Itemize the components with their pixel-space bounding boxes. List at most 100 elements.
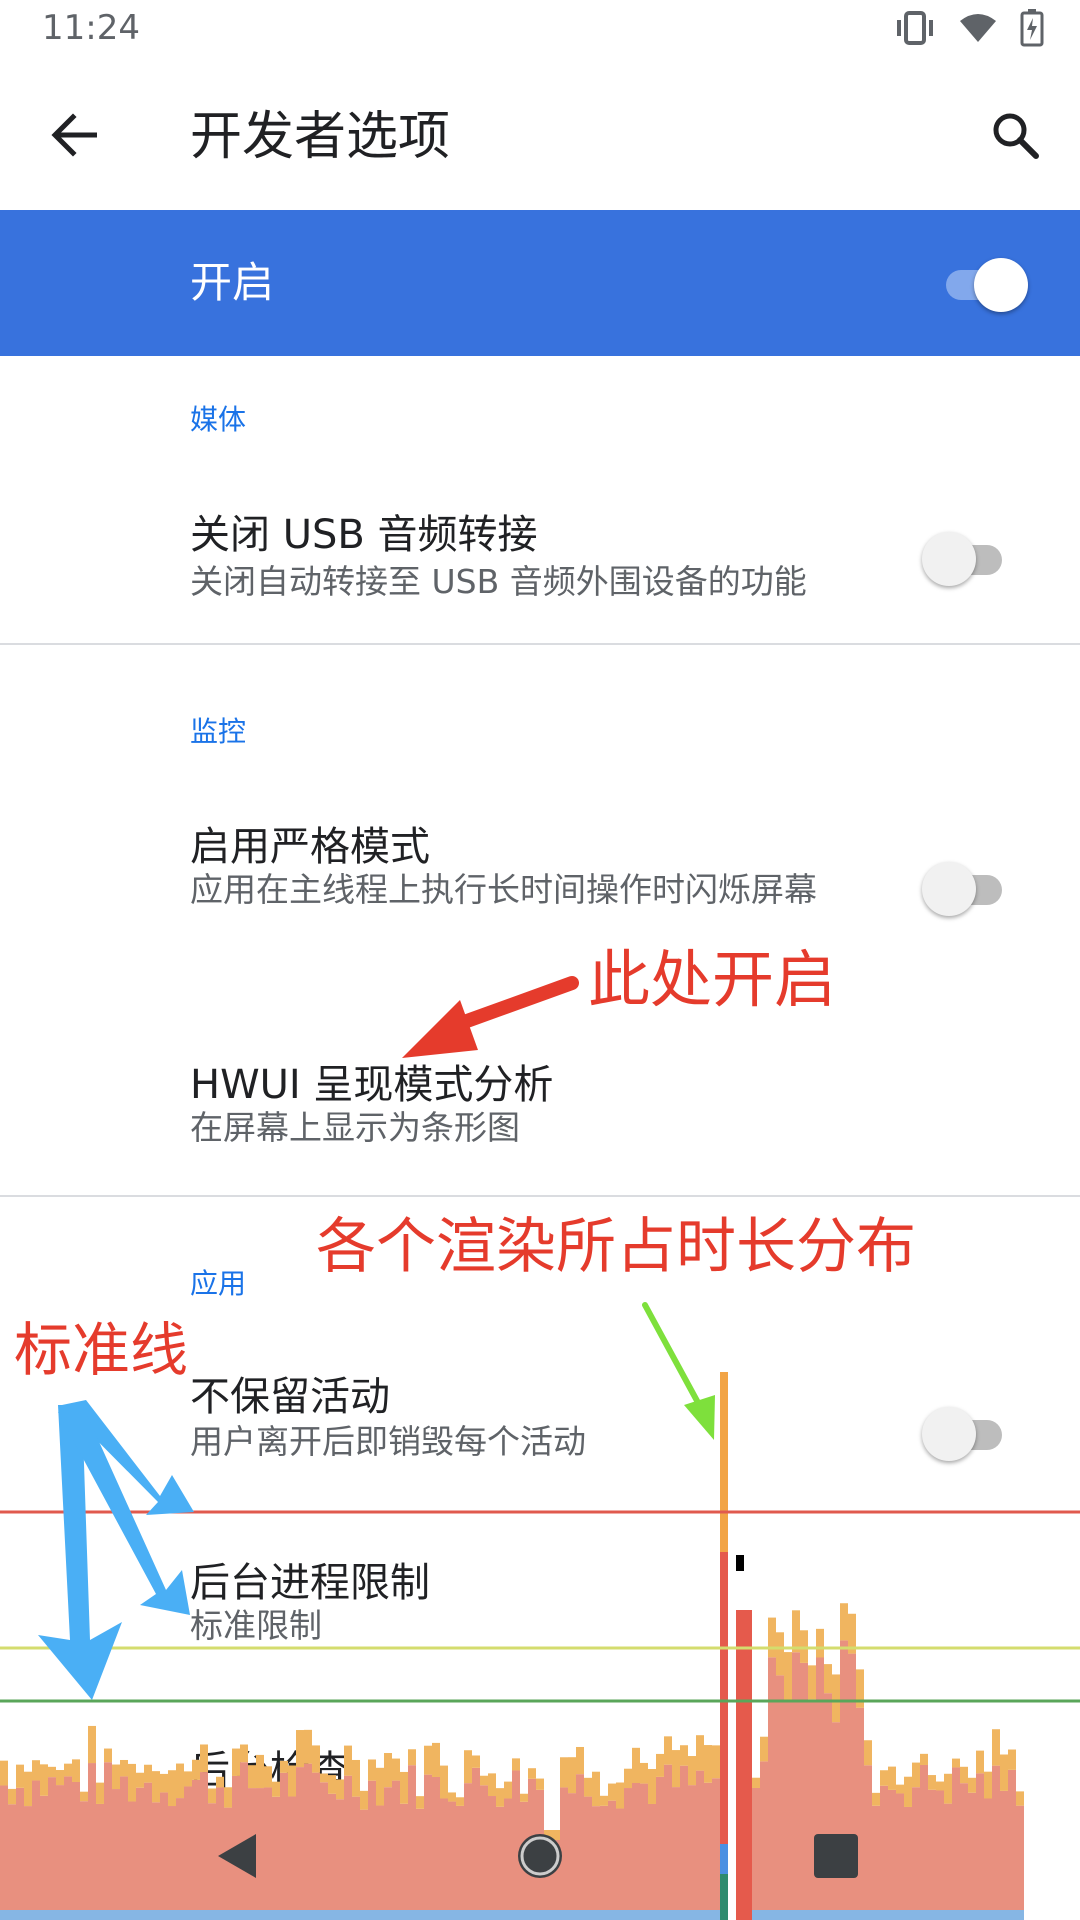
- profiling-bar-base: [792, 1910, 800, 1920]
- profiling-bar: [592, 1806, 600, 1920]
- divider: [0, 643, 1080, 645]
- profiling-bar-base: [480, 1910, 488, 1920]
- profiling-bar-base: [760, 1910, 768, 1920]
- pref-strict-mode[interactable]: 启用严格模式 应用在主线程上执行长时间操作时闪烁屏幕: [0, 800, 1080, 990]
- profiling-bar-base: [496, 1910, 504, 1920]
- profiling-bar-top: [856, 1669, 864, 1708]
- profiling-bar-base: [824, 1910, 832, 1920]
- profiling-bar-base: [80, 1910, 88, 1920]
- profiling-bar-base: [992, 1910, 1000, 1920]
- switch-thumb: [974, 258, 1028, 312]
- profiling-bar-base: [648, 1910, 656, 1920]
- profiling-bar-base: [352, 1910, 360, 1920]
- profiling-bar-base: [632, 1910, 640, 1920]
- profiling-bar-base: [920, 1910, 928, 1920]
- profiling-bar-base: [104, 1910, 112, 1920]
- pref-background-check[interactable]: 后台检查: [0, 1730, 1080, 1810]
- profiling-bar: [128, 1801, 136, 1920]
- profiling-bar-base: [616, 1910, 624, 1920]
- profiling-bar-base: [432, 1910, 440, 1920]
- back-button[interactable]: [38, 102, 108, 172]
- category-monitoring: 监控: [190, 715, 247, 748]
- master-switch-label: 开启: [190, 258, 275, 307]
- profiling-bar: [40, 1795, 48, 1920]
- page-title: 开发者选项: [190, 107, 451, 167]
- profiling-bar-base: [200, 1910, 208, 1920]
- profiling-bar-base: [48, 1910, 56, 1920]
- master-switch[interactable]: [946, 258, 1028, 312]
- profiling-bar-base: [176, 1910, 184, 1920]
- profiling-bar-base: [152, 1910, 160, 1920]
- pref-summary: 关闭自动转接至 USB 音频外围设备的功能: [190, 562, 807, 601]
- profiling-bar-base: [712, 1910, 720, 1920]
- profiling-bar-base: [832, 1910, 840, 1920]
- profiling-bar-base: [536, 1910, 544, 1920]
- profiling-bar-base: [40, 1910, 48, 1920]
- profiling-bar: [904, 1806, 912, 1920]
- profiling-bar: [416, 1808, 424, 1920]
- profiling-bar-base: [224, 1910, 232, 1920]
- profiling-bar-base: [640, 1910, 648, 1920]
- wifi-icon: [958, 12, 998, 48]
- profiling-bar-base: [360, 1910, 368, 1920]
- search-icon: [990, 110, 1040, 164]
- profiling-bar-base: [440, 1910, 448, 1920]
- developer-options-master-bar[interactable]: 开启: [0, 210, 1080, 356]
- profiling-bar-base: [272, 1910, 280, 1920]
- profiling-bar-base: [184, 1910, 192, 1920]
- profiling-bar-base: [816, 1910, 824, 1920]
- nav-back-button[interactable]: [214, 1832, 260, 1884]
- profiling-bar: [488, 1796, 496, 1920]
- profiling-bar-base: [368, 1910, 376, 1920]
- profiling-bar: [896, 1793, 904, 1920]
- profiling-bar-base: [840, 1910, 848, 1920]
- profiling-bar-base: [776, 1910, 784, 1920]
- annotation-render-distribution: 各个渲染所占时长分布: [316, 1212, 916, 1282]
- pref-hwui-profile-rendering[interactable]: HWUI 呈现模式分析 在屏幕上显示为条形图: [0, 1040, 1080, 1160]
- profiling-spike-blue: [720, 1844, 728, 1874]
- profiling-bar-base: [24, 1910, 32, 1920]
- profiling-bar-base: [312, 1910, 320, 1920]
- profiling-bar-base: [336, 1910, 344, 1920]
- profiling-bar-base: [592, 1910, 600, 1920]
- profiling-bar: [944, 1803, 952, 1920]
- profiling-bar-base: [912, 1910, 920, 1920]
- profiling-bar-base: [624, 1910, 632, 1920]
- profiling-bar-top: [808, 1665, 816, 1700]
- profiling-bar-base: [752, 1910, 760, 1920]
- profiling-bar-base: [8, 1910, 16, 1920]
- profiling-bar: [440, 1798, 448, 1920]
- profiling-bar-base: [848, 1910, 856, 1920]
- profiling-bar-base: [608, 1910, 616, 1920]
- profiling-bar: [984, 1798, 992, 1920]
- profiling-bar-base: [232, 1910, 240, 1920]
- profiling-spike-green: [720, 1874, 728, 1920]
- profiling-bar-base: [1016, 1910, 1024, 1920]
- profiling-bar: [328, 1793, 336, 1920]
- profiling-bar-base: [344, 1910, 352, 1920]
- dont-keep-activities-switch[interactable]: [922, 1405, 1008, 1463]
- pref-disable-usb-audio-routing[interactable]: 关闭 USB 音频转接 关闭自动转接至 USB 音频外围设备的功能: [0, 480, 1080, 630]
- profiling-bar-base: [400, 1910, 408, 1920]
- profiling-bar-base: [704, 1910, 712, 1920]
- profiling-bar-base: [904, 1910, 912, 1920]
- profiling-bar-base: [560, 1910, 568, 1920]
- search-button[interactable]: [980, 102, 1050, 172]
- profiling-bar-base: [72, 1910, 80, 1920]
- profiling-bar: [616, 1808, 624, 1920]
- nav-home-button[interactable]: [514, 1830, 566, 1886]
- profiling-bar-base: [960, 1910, 968, 1920]
- profiling-bar-base: [768, 1910, 776, 1920]
- usb-audio-switch[interactable]: [922, 530, 1008, 588]
- red-arrow-shaft: [435, 976, 579, 1037]
- profiling-bar-base: [264, 1910, 272, 1920]
- strict-mode-switch[interactable]: [922, 860, 1008, 918]
- pref-summary: 在屏幕上显示为条形图: [190, 1108, 520, 1147]
- profiling-bar-base: [488, 1910, 496, 1920]
- profiling-bar-base: [544, 1910, 552, 1920]
- pref-background-process-limit[interactable]: 后台进程限制 标准限制: [0, 1540, 1080, 1670]
- nav-home-icon: [514, 1834, 566, 1886]
- pref-title: 关闭 USB 音频转接: [190, 512, 538, 558]
- profiling-bar-base: [696, 1910, 704, 1920]
- nav-recents-icon[interactable]: [814, 1834, 858, 1878]
